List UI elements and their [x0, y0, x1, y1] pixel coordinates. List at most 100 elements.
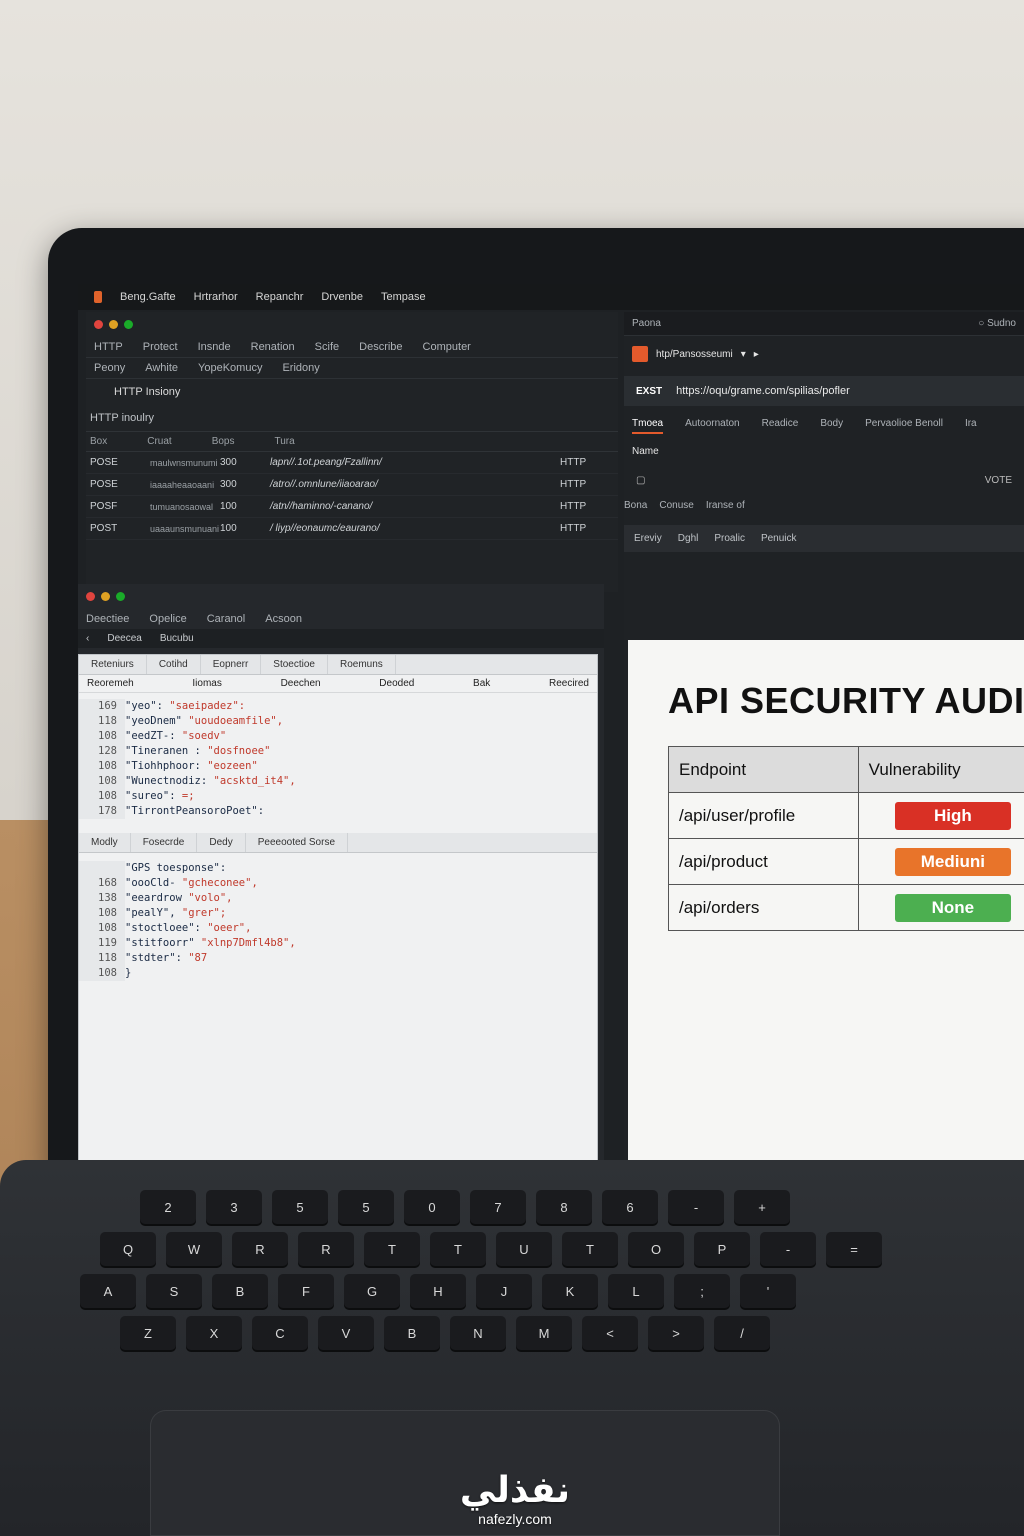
- key[interactable]: 6: [602, 1190, 658, 1224]
- key[interactable]: A: [80, 1274, 136, 1308]
- key[interactable]: S: [146, 1274, 202, 1308]
- column-header[interactable]: Tura: [274, 436, 294, 447]
- tab-insnde[interactable]: Insnde: [198, 341, 231, 353]
- tab[interactable]: Tmoea: [632, 418, 664, 434]
- key[interactable]: 5: [338, 1190, 394, 1224]
- maximize-icon[interactable]: [124, 320, 133, 329]
- menu-item[interactable]: Repanchr: [256, 291, 304, 303]
- close-icon[interactable]: [86, 592, 95, 601]
- tab[interactable]: Acsoon: [265, 613, 302, 625]
- key[interactable]: P: [694, 1232, 750, 1266]
- tab-describe[interactable]: Describe: [359, 341, 402, 353]
- key[interactable]: 5: [272, 1190, 328, 1224]
- key[interactable]: Z: [120, 1316, 176, 1350]
- tab[interactable]: Pervaolioe Benoll: [865, 418, 943, 434]
- request-tab[interactable]: htp/Pansosseumi ▾ ▸: [624, 336, 1024, 372]
- key[interactable]: F: [278, 1274, 334, 1308]
- column-header[interactable]: Cruat: [147, 436, 171, 447]
- panel-tab[interactable]: Eopnerr: [201, 655, 262, 674]
- key[interactable]: ;: [674, 1274, 730, 1308]
- column-header[interactable]: Bops: [212, 436, 235, 447]
- tab-computer[interactable]: Computer: [423, 341, 471, 353]
- table-row[interactable]: POSE maulwnsmunumi 300 lapn//.1ot.peang/…: [86, 452, 618, 474]
- sub-tab[interactable]: YopeKomucy: [198, 362, 262, 374]
- key[interactable]: N: [450, 1316, 506, 1350]
- menu-item[interactable]: Tempase: [381, 291, 426, 303]
- table-row[interactable]: POSF tumuanosaowal 100 /atn//haminno/-ca…: [86, 496, 618, 518]
- panel-tab[interactable]: Reteniurs: [79, 655, 147, 674]
- tab[interactable]: Body: [820, 418, 843, 434]
- minimize-icon[interactable]: [101, 592, 110, 601]
- tab[interactable]: Deectiee: [86, 613, 129, 625]
- toolbar-button[interactable]: Proalic: [714, 533, 745, 544]
- key[interactable]: B: [384, 1316, 440, 1350]
- tab[interactable]: Caranol: [207, 613, 246, 625]
- key[interactable]: 3: [206, 1190, 262, 1224]
- key[interactable]: X: [186, 1316, 242, 1350]
- menu-item[interactable]: Beng.Gafte: [120, 291, 176, 303]
- menu-item[interactable]: Hrtrarhor: [194, 291, 238, 303]
- search-field[interactable]: ○ Sudno: [978, 318, 1016, 329]
- tab[interactable]: Bona: [624, 500, 647, 511]
- key[interactable]: Q: [100, 1232, 156, 1266]
- key[interactable]: U: [496, 1232, 552, 1266]
- key[interactable]: T: [364, 1232, 420, 1266]
- checkbox-icon[interactable]: ▢: [636, 475, 645, 486]
- sub-tab[interactable]: Awhite: [145, 362, 178, 374]
- chevron-down-icon[interactable]: ▾: [741, 349, 746, 360]
- key[interactable]: -: [760, 1232, 816, 1266]
- sub-tab[interactable]: Peony: [94, 362, 125, 374]
- key[interactable]: +: [734, 1190, 790, 1224]
- table-row[interactable]: POSE iaaaaheaaoaani 300 /atro//.omnlune/…: [86, 474, 618, 496]
- panel-tab[interactable]: Cotihd: [147, 655, 201, 674]
- key[interactable]: <: [582, 1316, 638, 1350]
- toolbar-button[interactable]: Ereviy: [634, 533, 662, 544]
- maximize-icon[interactable]: [116, 592, 125, 601]
- table-row[interactable]: POST uaaaunsmunuani 100 / liyp//eonaumc/…: [86, 518, 618, 540]
- response-body[interactable]: "GPS toesponse": 168 "oooCld- "gcheconee"…: [79, 853, 597, 981]
- key[interactable]: R: [298, 1232, 354, 1266]
- key[interactable]: 2: [140, 1190, 196, 1224]
- key[interactable]: K: [542, 1274, 598, 1308]
- sub-tab[interactable]: Eridony: [282, 362, 319, 374]
- toolbar-button[interactable]: Penuick: [761, 533, 797, 544]
- key[interactable]: B: [212, 1274, 268, 1308]
- method-select[interactable]: EXST: [636, 386, 662, 397]
- tab[interactable]: Opelice: [149, 613, 186, 625]
- tab-protect[interactable]: Protect: [143, 341, 178, 353]
- tab[interactable]: Autoornaton: [685, 418, 740, 434]
- key[interactable]: C: [252, 1316, 308, 1350]
- tab[interactable]: Conuse: [659, 500, 693, 511]
- url-bar[interactable]: EXST https://oqu/grame.com/spilias/pofle…: [624, 376, 1024, 406]
- sub-tab[interactable]: Bucubu: [160, 633, 194, 644]
- tab[interactable]: Ira: [965, 418, 977, 434]
- toolbar-button[interactable]: Dghl: [678, 533, 699, 544]
- url-input[interactable]: https://oqu/grame.com/spilias/pofler: [676, 385, 850, 397]
- chevron-left-icon[interactable]: ‹: [86, 633, 89, 644]
- tab-http[interactable]: HTTP: [94, 341, 123, 353]
- minimize-icon[interactable]: [109, 320, 118, 329]
- key[interactable]: -: [668, 1190, 724, 1224]
- close-icon[interactable]: [94, 320, 103, 329]
- key[interactable]: M: [516, 1316, 572, 1350]
- request-body[interactable]: 169 "yeo": "saeipadez": 118 "yeoDnem" "uou…: [79, 693, 597, 819]
- key[interactable]: =: [826, 1232, 882, 1266]
- key[interactable]: /: [714, 1316, 770, 1350]
- menu-item[interactable]: Drvenbe: [321, 291, 363, 303]
- key[interactable]: H: [410, 1274, 466, 1308]
- key[interactable]: W: [166, 1232, 222, 1266]
- tab-renation[interactable]: Renation: [251, 341, 295, 353]
- tab-scife[interactable]: Scife: [315, 341, 339, 353]
- key[interactable]: J: [476, 1274, 532, 1308]
- sub-tab[interactable]: Deecea: [107, 633, 141, 644]
- column-header[interactable]: Box: [90, 436, 107, 447]
- key[interactable]: >: [648, 1316, 704, 1350]
- panel-tab[interactable]: Roemuns: [328, 655, 396, 674]
- panel-tab[interactable]: Fosecrde: [131, 833, 198, 852]
- key[interactable]: 0: [404, 1190, 460, 1224]
- key[interactable]: V: [318, 1316, 374, 1350]
- key[interactable]: G: [344, 1274, 400, 1308]
- key[interactable]: R: [232, 1232, 288, 1266]
- key[interactable]: ': [740, 1274, 796, 1308]
- key[interactable]: T: [562, 1232, 618, 1266]
